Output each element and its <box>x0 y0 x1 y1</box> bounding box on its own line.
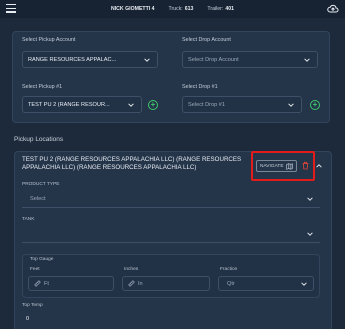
fraction-label: Fraction <box>220 267 238 272</box>
drop-account-select[interactable]: Select Drop Account <box>182 51 318 68</box>
chevron-down-icon <box>307 232 313 236</box>
fraction-placeholder: Qtr <box>227 280 235 287</box>
product-type-placeholder: Select <box>30 196 46 202</box>
chevron-down-icon <box>301 282 307 286</box>
pickup-account-select[interactable]: RANGE RESOURCES APPALAC... <box>22 51 158 68</box>
chevron-down-icon <box>144 58 150 62</box>
inches-label: Inches <box>124 267 139 272</box>
top-gauge-label: Top Gauge <box>30 257 54 262</box>
chevron-down-icon <box>304 58 310 62</box>
trailer-info: Trailer: 401 <box>207 6 234 12</box>
fraction-select[interactable]: Qtr <box>218 276 314 291</box>
drop-account-label: Select Drop Account <box>182 37 231 43</box>
truck-value: 613 <box>184 6 194 12</box>
pickup-account-label: Select Pickup Account <box>22 37 76 43</box>
top-temp-label: Top Temp <box>22 303 43 308</box>
chevron-down-icon <box>288 103 294 107</box>
trailer-label: Trailer: <box>207 6 224 12</box>
feet-input[interactable]: Ft <box>28 276 114 291</box>
pickup-locations-title: Pickup Locations <box>14 136 64 143</box>
chevron-down-icon <box>128 103 134 107</box>
add-drop-button[interactable]: + <box>310 100 320 110</box>
location-title: TEST PU 2 (RANGE RESOURCES APPALACHIA LL… <box>22 156 262 172</box>
drop-select[interactable]: Select Drop #1 <box>182 96 302 113</box>
product-type-label: PRODUCT TYPE <box>22 182 60 187</box>
pickup-select[interactable]: TEST PU 2 (RANGE RESOUR... <box>22 96 142 113</box>
drop-placeholder: Select Drop #1 <box>188 101 226 108</box>
inches-placeholder: In <box>138 280 143 287</box>
map-icon <box>285 162 293 170</box>
feet-placeholder: Ft <box>44 280 49 287</box>
pickup-label: Select Pickup #1 <box>22 84 63 90</box>
ruler-icon <box>34 280 41 287</box>
trip-info: NICK GIOMETTI 4 Truck: 613 Trailer: 401 <box>111 6 234 12</box>
trailer-value: 401 <box>225 6 234 12</box>
trash-icon[interactable] <box>302 161 309 170</box>
truck-label: Truck: <box>168 6 183 12</box>
ruler-icon <box>128 280 135 287</box>
tank-label: TANK <box>22 217 35 222</box>
drop-account-placeholder: Select Drop Account <box>188 56 239 63</box>
location-title-line2: APPALACHIA LLC) (RANGE RESOURCES APPALAC… <box>22 164 197 171</box>
driver-name: NICK GIOMETTI 4 <box>110 6 155 12</box>
feet-label: Feet <box>30 267 40 272</box>
navigate-label: NAVIGATE <box>260 163 284 169</box>
chevron-down-icon <box>307 197 313 201</box>
menu-icon[interactable] <box>6 4 16 13</box>
tank-select[interactable] <box>22 226 320 243</box>
truck-info: Truck: 613 <box>169 6 194 12</box>
chevron-up-icon[interactable] <box>316 163 322 169</box>
inches-input[interactable]: In <box>122 276 210 291</box>
drop-label: Select Drop #1 <box>182 84 218 90</box>
cloud-upload-icon[interactable] <box>327 3 339 15</box>
navigate-button[interactable]: NAVIGATE <box>256 160 297 172</box>
product-type-select[interactable]: Select <box>22 191 320 208</box>
pickup-account-value: RANGE RESOURCES APPALAC... <box>28 56 117 63</box>
add-pickup-button[interactable]: + <box>148 100 158 110</box>
top-temp-value[interactable]: 0 <box>26 316 29 322</box>
pickup-value: TEST PU 2 (RANGE RESOUR... <box>28 101 110 108</box>
top-bar: NICK GIOMETTI 4 Truck: 613 Trailer: 401 <box>0 0 345 18</box>
location-title-line1: TEST PU 2 (RANGE RESOURCES APPALACHIA LL… <box>22 156 242 163</box>
